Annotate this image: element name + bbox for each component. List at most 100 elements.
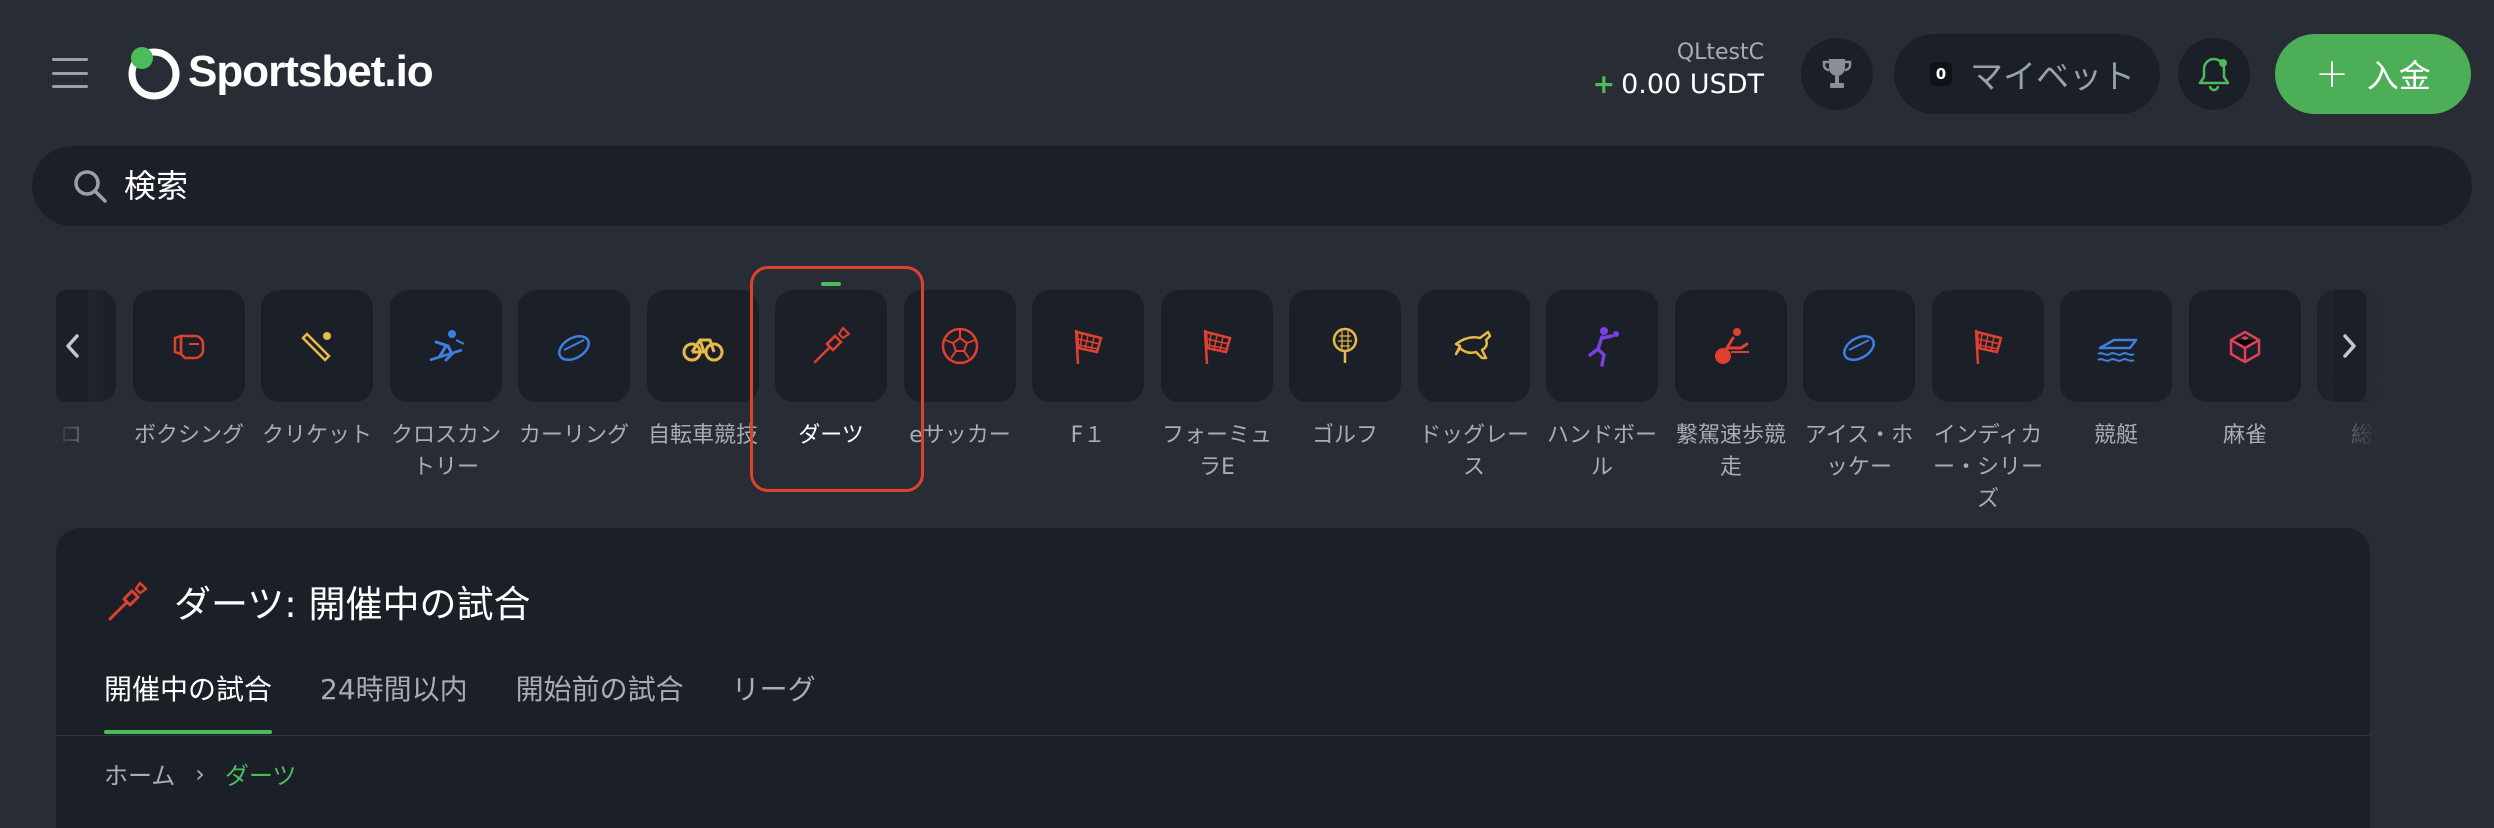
sport-tile <box>133 290 245 402</box>
logo-text: Sportsbet.io <box>188 47 434 96</box>
sport-tile <box>1675 290 1787 402</box>
active-indicator <box>821 282 841 286</box>
sport-tile <box>1161 290 1273 402</box>
carousel-next-button[interactable] <box>2334 290 2366 402</box>
handball-player-icon <box>1588 327 1619 367</box>
sport-label: 自転車競技 <box>647 423 758 448</box>
sport-item-11[interactable]: ドッグレース <box>1418 290 1530 484</box>
chevron-right-icon <box>2343 334 2356 358</box>
chevron-left-icon <box>66 334 79 358</box>
golf-ball-icon <box>1332 327 1358 363</box>
sport-label: アイス・ホッケー <box>1804 423 1914 480</box>
sport-tile <box>775 290 887 402</box>
hamburger-line <box>52 71 88 75</box>
sport-label: ドッグレース <box>1418 423 1529 480</box>
sport-item-6[interactable]: ダーツ <box>775 282 887 452</box>
logo[interactable]: Sportsbet.io <box>126 44 434 100</box>
search-input[interactable] <box>122 166 2326 206</box>
sport-tile <box>1803 290 1915 402</box>
username: QLtestC <box>1676 40 1764 65</box>
checkered-flag-icon <box>1074 329 1103 365</box>
sport-label: ハンドボール <box>1546 423 1657 480</box>
hamburger-line <box>52 85 88 88</box>
menu-button[interactable] <box>52 58 88 88</box>
balance-amount: 0.00 USDT <box>1621 69 1764 100</box>
sport-tile <box>1032 290 1144 402</box>
sport-tile <box>1418 290 1530 402</box>
breadcrumb: ホーム › ダーツ <box>104 756 296 791</box>
sport-tile <box>1289 290 1401 402</box>
sport-item-2[interactable]: クリケット <box>261 290 373 452</box>
sport-label: クロスカントリー <box>390 423 501 480</box>
sport-label: クリケット <box>261 423 372 448</box>
boxing-glove-icon <box>173 334 205 360</box>
my-bets-count: 0 <box>1930 62 1952 86</box>
sport-tile <box>1932 290 2044 402</box>
curling-stone-icon <box>558 334 590 362</box>
plus-icon: + <box>2315 51 2349 97</box>
sport-label: 総合 <box>2350 423 2395 448</box>
sport-item-1[interactable]: ボクシング <box>133 290 245 452</box>
tab-upcoming[interactable]: 開始前の試合 <box>516 668 684 734</box>
sport-item-9[interactable]: フォーミュラE <box>1161 290 1273 484</box>
sport-tile <box>518 290 630 402</box>
greyhound-icon <box>1454 330 1492 360</box>
tab-within-24h[interactable]: 24時間以内 <box>320 668 468 734</box>
sport-item-13[interactable]: 繋駕速歩競走 <box>1675 290 1787 484</box>
sport-label: インディカー・シリーズ <box>1932 423 2043 512</box>
cricket-bat-icon <box>301 332 331 362</box>
soccer-ball-icon <box>941 327 979 365</box>
sport-item-14[interactable]: アイス・ホッケー <box>1803 290 1915 484</box>
breadcrumb-home[interactable]: ホーム <box>104 756 175 791</box>
checkered-flag-icon <box>1203 329 1232 365</box>
balance-plus-sign: + <box>1592 69 1616 100</box>
sport-item-16[interactable]: 競艇 <box>2060 290 2172 452</box>
hamburger-line <box>52 58 88 61</box>
sport-item-15[interactable]: インディカー・シリーズ <box>1932 290 2044 516</box>
sport-item-17[interactable]: 麻雀 <box>2189 290 2301 452</box>
sport-item-7[interactable]: eサッカー <box>904 290 1016 452</box>
breadcrumb-current: ダーツ <box>224 762 297 790</box>
sport-label: 競艇 <box>2093 423 2138 448</box>
skier-icon <box>429 330 465 362</box>
sport-item-12[interactable]: ハンドボール <box>1546 290 1658 484</box>
deposit-label: 入金 <box>2366 57 2431 95</box>
sport-item-4[interactable]: カーリング <box>518 290 630 452</box>
sport-item-10[interactable]: ゴルフ <box>1289 290 1401 452</box>
bicycle-icon <box>682 338 724 362</box>
trophy-icon <box>1822 59 1852 88</box>
sport-item-8[interactable]: F１ <box>1032 290 1144 452</box>
search-bar[interactable] <box>32 146 2472 226</box>
my-bets-button[interactable]: 0 マイベット <box>1894 34 2160 114</box>
sport-label: eサッカー <box>909 423 1011 448</box>
deposit-button[interactable]: + 入金 <box>2275 34 2471 114</box>
dart-icon <box>108 581 148 621</box>
carousel-prev-button[interactable] <box>56 290 88 402</box>
chevron-right-icon: › <box>195 759 205 788</box>
tab-leagues[interactable]: リーグ <box>732 668 816 734</box>
sport-label: ボクシング <box>133 423 244 448</box>
tab-live[interactable]: 開催中の試合 <box>104 668 273 734</box>
sport-label: フォーミュラE <box>1161 423 1272 480</box>
sport-label: カーリング <box>518 423 629 448</box>
search-icon <box>74 170 107 203</box>
hockey-puck-icon <box>1843 334 1875 362</box>
sport-item-5[interactable]: 自転車競技 <box>647 290 759 452</box>
my-bets-label: マイベット <box>1970 57 2135 96</box>
speedboat-icon <box>2097 338 2138 362</box>
trophy-button[interactable] <box>1801 38 1873 110</box>
sport-item-3[interactable]: クロスカントリー <box>390 290 502 484</box>
checkered-flag-icon <box>1974 329 2003 365</box>
logo-mark-icon <box>126 44 182 100</box>
sport-label: ダーツ <box>798 423 864 448</box>
dart-icon <box>813 326 851 364</box>
balance: +0.00 USDT <box>1592 69 1764 100</box>
account-balance[interactable]: QLtestC +0.00 USDT <box>1592 40 1764 100</box>
sport-label: F１ <box>1070 423 1106 448</box>
notifications-button[interactable] <box>2178 38 2250 110</box>
match-tabs: 開催中の試合 24時間以内 開始前の試合 リーグ <box>104 668 864 734</box>
panel-header: ダーツ: 開催中の試合 <box>104 574 531 628</box>
sport-tile <box>904 290 1016 402</box>
harness-racing-icon <box>1715 328 1749 364</box>
sport-tile <box>647 290 759 402</box>
